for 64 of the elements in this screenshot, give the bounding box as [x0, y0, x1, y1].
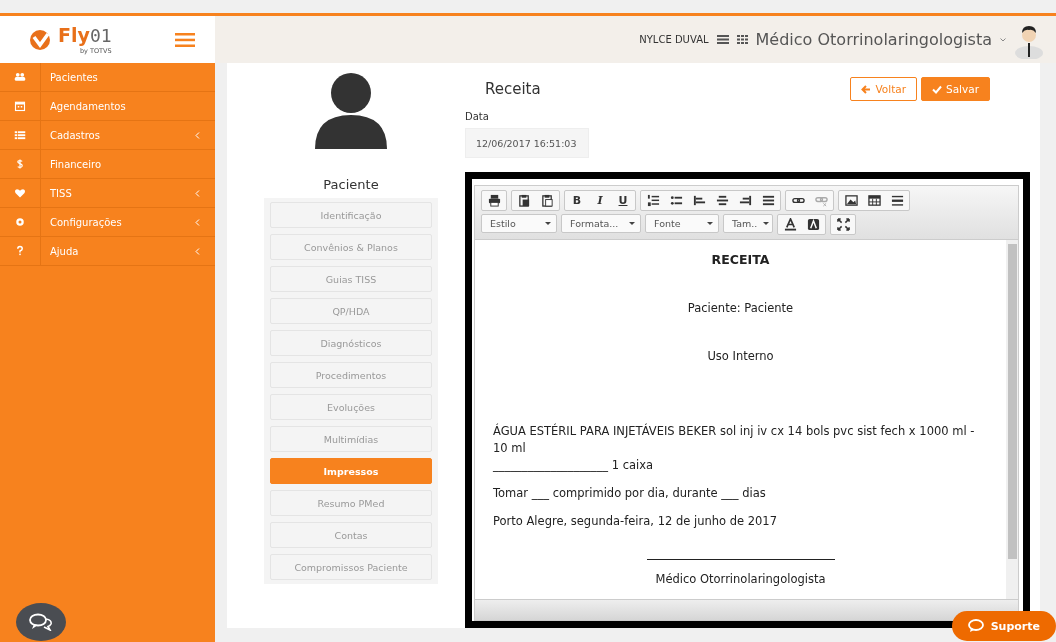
- document-title: RECEITA: [710, 252, 771, 267]
- sidebar-item[interactable]: Agendamentos: [0, 92, 215, 121]
- patient-tab[interactable]: Identificação: [270, 202, 432, 228]
- patient-tab[interactable]: Evoluções: [270, 394, 432, 420]
- speech-bubble-icon: [967, 619, 984, 633]
- chevron-icon: [195, 189, 200, 197]
- sidebar-item[interactable]: Cadastros: [0, 121, 215, 150]
- document-line: Porto Alegre, segunda-feira, 12 de junho de 2017: [493, 513, 778, 530]
- sidebar-item[interactable]: TISS: [0, 179, 215, 208]
- document-line: ÁGUA ESTÉRIL PARA INJETÁVEIS BEKER sol inj iv cx 14 bols pvc sist fech x 1000 ml - 10 ml: [493, 423, 976, 457]
- patient-tab[interactable]: Resumo PMed: [270, 490, 432, 516]
- sidebar-item[interactable]: Financeiro: [0, 150, 215, 179]
- toolbar-dropdown[interactable]: Estilo: [481, 214, 557, 233]
- sidebar-item[interactable]: Pacientes: [0, 63, 215, 92]
- support-button[interactable]: Suporte: [951, 611, 1056, 641]
- document-line: ____________________ 1 caixa: [493, 457, 655, 474]
- patient-tab[interactable]: QP/HDA: [270, 298, 432, 324]
- patient-tab[interactable]: Multimídias: [270, 426, 432, 452]
- date-field[interactable]: 12/06/2017 16:51:03: [465, 128, 589, 158]
- role-selector[interactable]: Médico Otorrinolaringologista: [755, 30, 992, 49]
- sidebar-item[interactable]: Ajuda: [0, 237, 215, 266]
- save-button[interactable]: Salvar: [921, 77, 990, 101]
- form-title: Receita: [485, 80, 541, 98]
- patient-tab[interactable]: Impressos: [270, 458, 432, 484]
- toolbar-dropdown[interactable]: Tam..: [723, 214, 773, 233]
- back-button[interactable]: Voltar: [850, 77, 917, 101]
- scrollbar[interactable]: [1006, 240, 1018, 599]
- gear-icon: [14, 216, 26, 228]
- people-icon: [14, 71, 26, 83]
- format-button[interactable]: I: [589, 192, 611, 209]
- format-button[interactable]: U: [612, 192, 634, 209]
- patient-tab[interactable]: Compromissos Paciente: [270, 554, 432, 580]
- brand-name: Fly01: [58, 24, 112, 47]
- panel-title: Paciente: [323, 177, 379, 192]
- format-button[interactable]: B: [566, 192, 588, 209]
- chevron-icon: [195, 131, 200, 139]
- toolbar-dropdown[interactable]: Formata...: [561, 214, 641, 233]
- document-line: Uso Interno: [706, 349, 775, 363]
- patient-tab[interactable]: Guias TISS: [270, 266, 432, 292]
- date-label: Data: [465, 111, 490, 122]
- chevron-icon: [195, 247, 200, 255]
- question-icon: [14, 245, 26, 257]
- menu-icon[interactable]: [175, 32, 195, 47]
- caret-icon[interactable]: [1000, 37, 1006, 42]
- toolbar-dropdown[interactable]: Fonte: [645, 214, 719, 233]
- patient-tab[interactable]: Contas: [270, 522, 432, 548]
- grid-view-icon[interactable]: [736, 35, 748, 44]
- document-line: Tomar ___ comprimido por dia, durante ___ dias: [493, 485, 767, 502]
- arrow-left-icon: [861, 84, 872, 94]
- patient-tab[interactable]: Diagnósticos: [270, 330, 432, 356]
- sidebar-item[interactable]: Configurações: [0, 208, 215, 237]
- patient-tab[interactable]: Convênios & Planos: [270, 234, 432, 260]
- heart-icon: [14, 187, 26, 199]
- check-icon: [932, 84, 942, 94]
- list-view-icon[interactable]: [716, 35, 729, 44]
- patient-tab[interactable]: Procedimentos: [270, 362, 432, 388]
- document-line: Paciente: Paciente: [686, 301, 795, 315]
- signature-caption: Médico Otorrinolaringologista: [654, 572, 827, 586]
- user-name[interactable]: NYLCE DUVAL: [639, 34, 709, 45]
- chevron-icon: [195, 218, 200, 226]
- chat-bubbles-icon: [29, 613, 53, 631]
- calendar-icon: [14, 100, 26, 112]
- dollar-icon: [14, 158, 26, 170]
- list-icon: [14, 129, 26, 141]
